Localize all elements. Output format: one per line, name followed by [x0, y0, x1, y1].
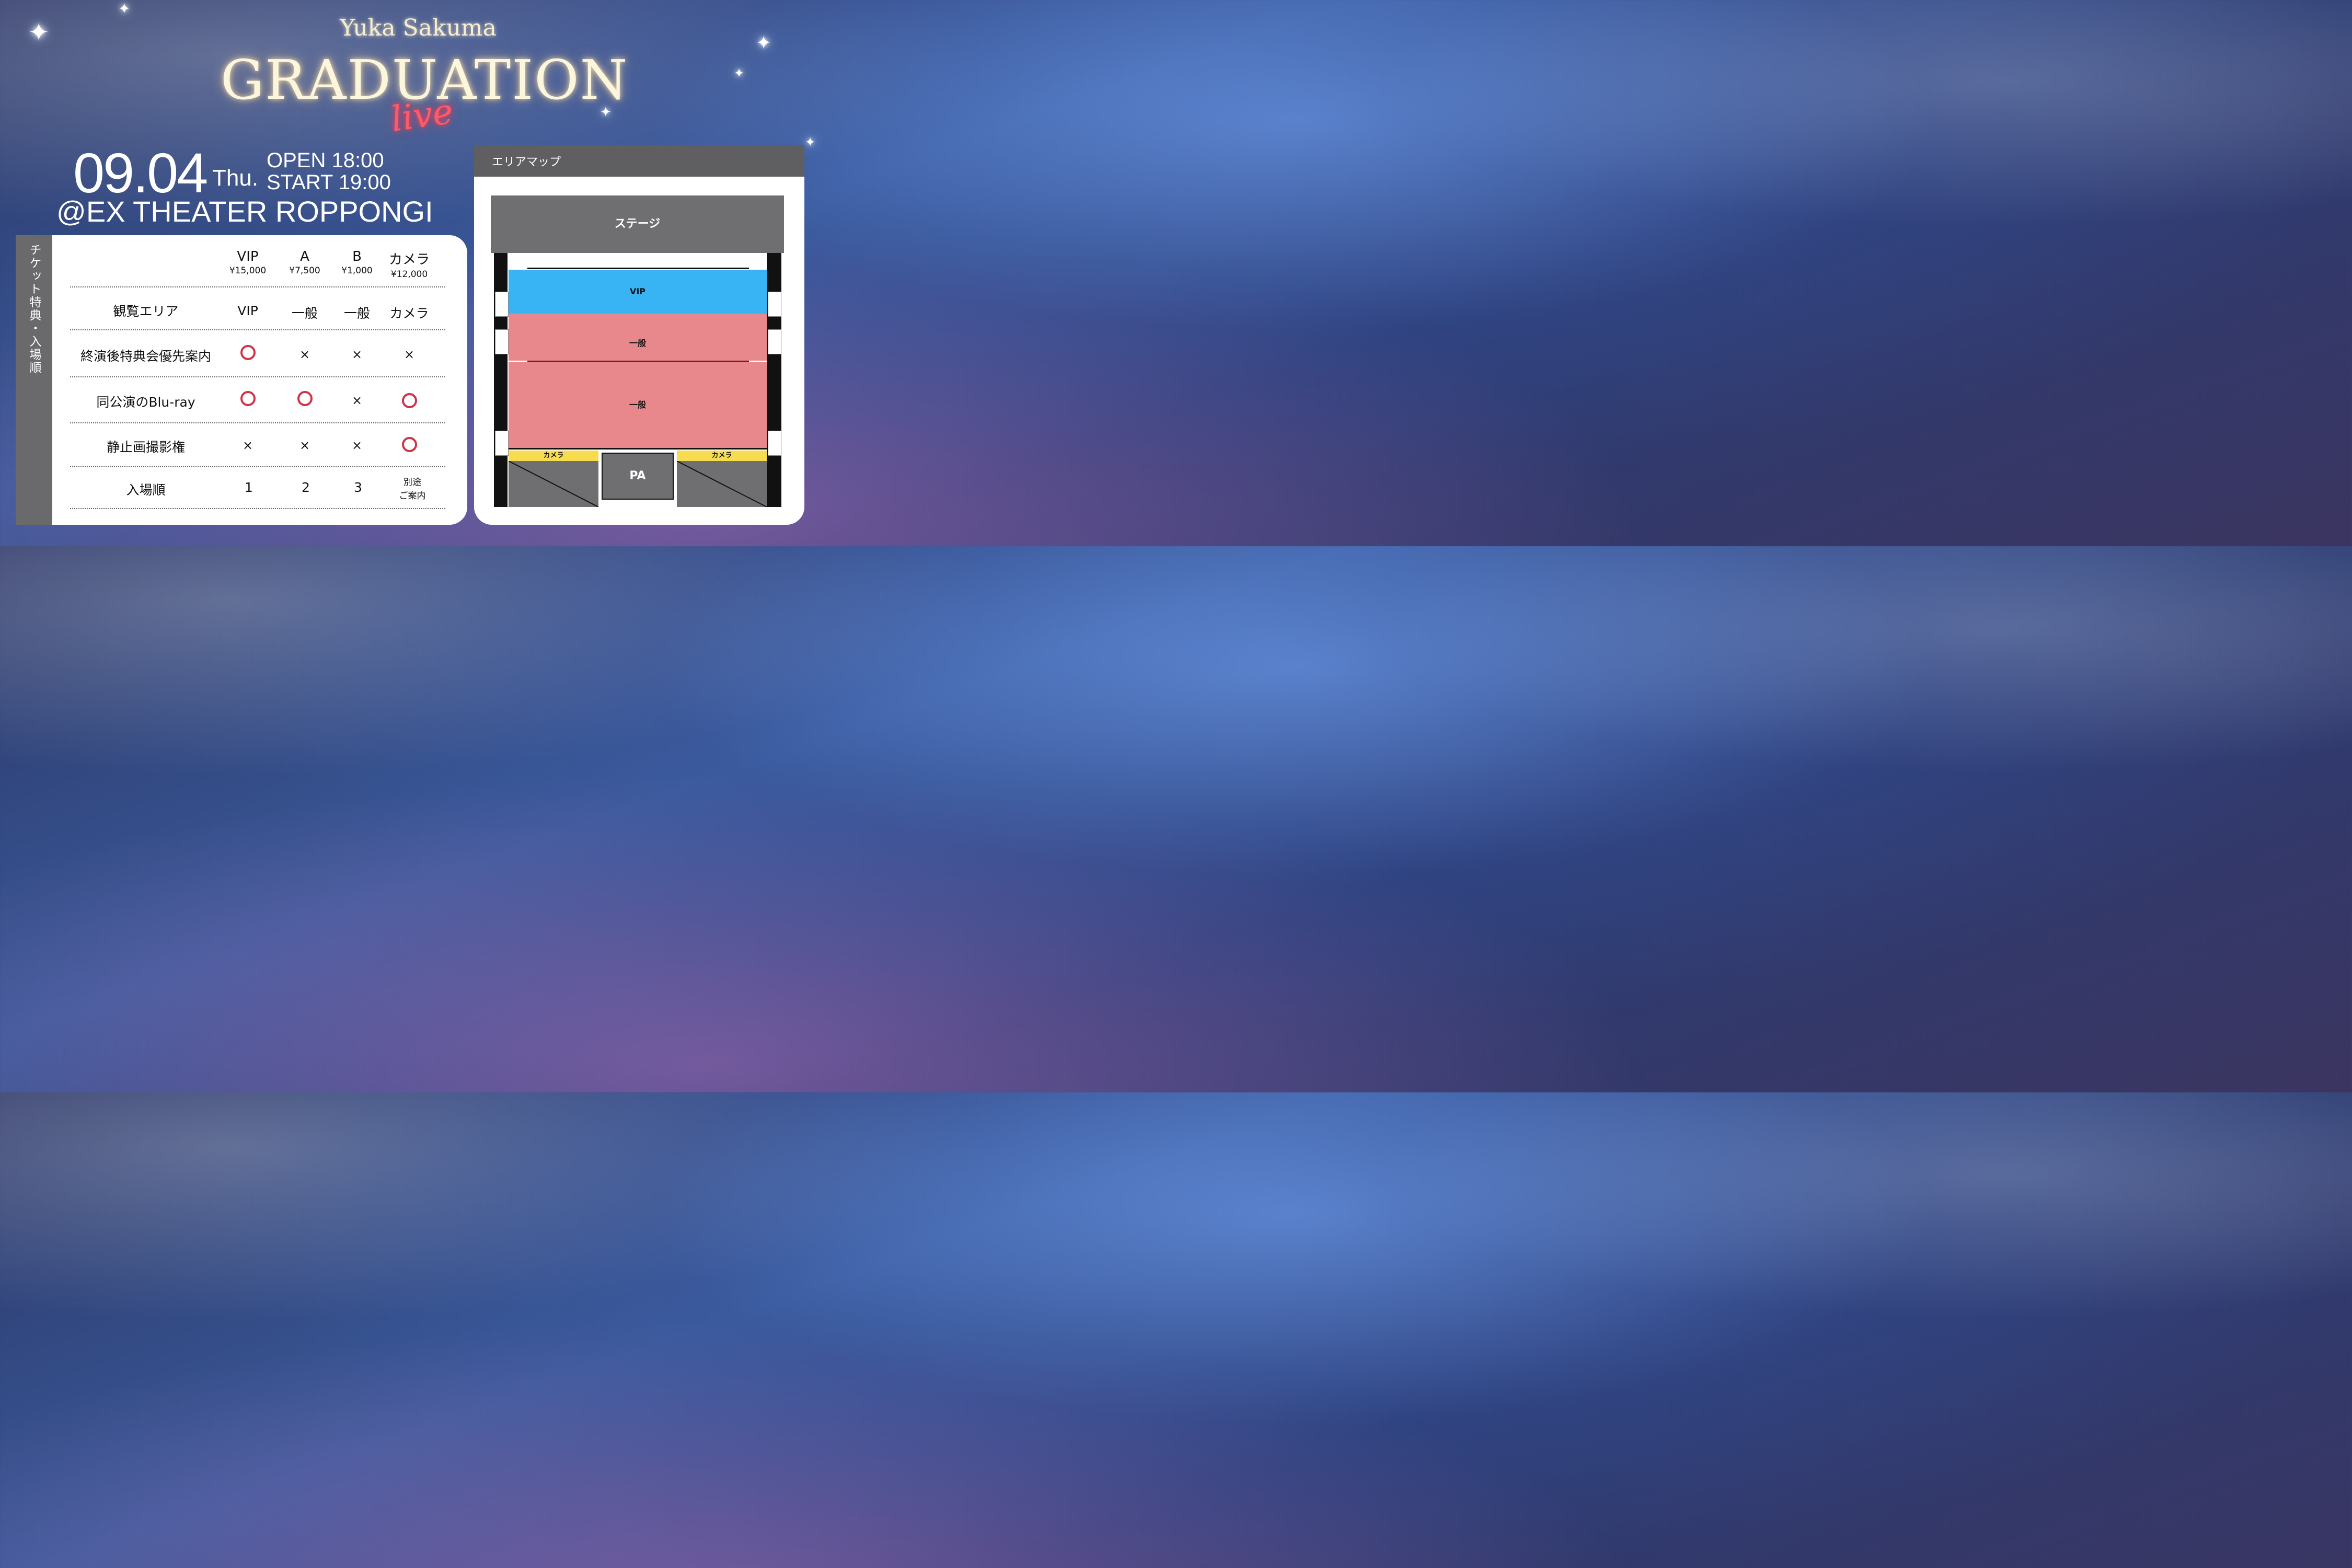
cell-text: 別途 ご案内	[399, 477, 426, 501]
area-map-panel: エリアマップ ステージ VIP 一般 一般 カメラ カメラ PA	[474, 145, 804, 525]
sparkle-icon: ✦	[734, 66, 745, 80]
tier-name: カメラ	[388, 252, 430, 268]
general-zone-back: 一般	[509, 362, 767, 448]
event-times: OPEN 18:00 START 19:00	[267, 149, 391, 193]
ticket-side-bar: チケット特典・入場順	[16, 235, 52, 525]
tier-name: VIP	[237, 249, 259, 264]
cross-icon: ×	[299, 347, 310, 362]
cross-icon: ×	[351, 393, 363, 408]
event-weekday: Thu.	[212, 165, 259, 191]
cell-text: 2	[302, 480, 310, 495]
door-icon	[495, 292, 509, 317]
ticket-side-label: チケット特典・入場順	[27, 244, 41, 374]
row-label-area: 観覧エリア	[113, 304, 179, 319]
cross-icon: ×	[242, 438, 253, 453]
area-map-header: エリアマップ	[474, 145, 804, 177]
circle-icon	[381, 393, 438, 411]
open-time: OPEN 18:00	[267, 149, 384, 172]
tier-a: A ¥7,500	[276, 249, 333, 276]
circle-icon	[219, 391, 276, 409]
barrier-line	[509, 448, 767, 449]
diagonal-line-icon	[508, 460, 599, 508]
tier-price: ¥7,500	[289, 266, 320, 276]
tier-vip: VIP ¥15,000	[219, 249, 276, 276]
left-block	[508, 460, 599, 508]
cell-text: 一般	[343, 306, 370, 321]
row-divider	[70, 286, 445, 287]
door-icon	[768, 292, 781, 317]
circle-icon	[219, 345, 276, 363]
ticket-panel: チケット特典・入場順 VIP ¥15,000 A ¥7,500 B ¥1,000…	[16, 235, 467, 525]
event-subtitle: live	[388, 91, 456, 140]
right-wall	[767, 253, 781, 507]
cross-icon: ×	[351, 347, 363, 362]
left-wall	[494, 253, 508, 507]
cell-text: 3	[354, 480, 362, 495]
circle-icon	[381, 437, 438, 455]
tier-camera: カメラ ¥12,000	[381, 249, 438, 280]
tier-price: ¥12,000	[390, 269, 428, 280]
row-divider	[70, 508, 445, 509]
cell-text: 1	[245, 480, 253, 495]
cross-icon: ×	[351, 438, 363, 453]
diagonal-line-icon	[676, 460, 767, 508]
tier-name: A	[300, 249, 309, 264]
hall-area: VIP 一般 一般 カメラ カメラ PA	[494, 253, 781, 508]
vip-zone: VIP	[509, 270, 767, 314]
door-icon	[768, 431, 781, 456]
general-zone-front: 一般	[509, 314, 767, 361]
tier-b: B ¥1,000	[328, 249, 386, 276]
cell-text: 一般	[291, 306, 318, 321]
door-icon	[495, 329, 509, 354]
row-divider	[70, 329, 445, 330]
row-label-bluray: 同公演のBlu-ray	[96, 395, 195, 410]
cell-text: VIP	[237, 303, 258, 318]
row-divider	[70, 376, 445, 377]
door-icon	[495, 431, 509, 456]
cell-text: カメラ	[389, 306, 429, 321]
camera-zone-left: カメラ	[509, 451, 598, 461]
venue: @EX THEATER ROPPONGI	[56, 195, 433, 228]
cross-icon: ×	[403, 347, 415, 362]
sparkle-icon: ✦	[805, 135, 816, 149]
right-block	[676, 460, 767, 508]
pa-booth: PA	[602, 453, 674, 500]
tier-price: ¥15,000	[229, 266, 267, 276]
artist-name: Yuka Sakuma	[340, 15, 497, 41]
barrier-line	[527, 268, 749, 269]
camera-zone-right: カメラ	[677, 451, 767, 461]
cross-icon: ×	[299, 438, 310, 453]
tier-name: B	[352, 249, 362, 264]
row-label-entry: 入場順	[126, 482, 166, 498]
row-label-photo: 静止画撮影権	[106, 440, 185, 455]
start-time: START 19:00	[267, 171, 391, 194]
row-label-priority: 終演後特典会優先案内	[80, 349, 211, 364]
area-map-title: エリアマップ	[492, 156, 561, 169]
door-icon	[768, 329, 781, 354]
row-divider	[70, 422, 445, 423]
circle-icon	[276, 391, 333, 409]
stage-area: ステージ	[491, 195, 784, 253]
tier-price: ¥1,000	[341, 266, 373, 276]
row-divider	[70, 466, 445, 467]
